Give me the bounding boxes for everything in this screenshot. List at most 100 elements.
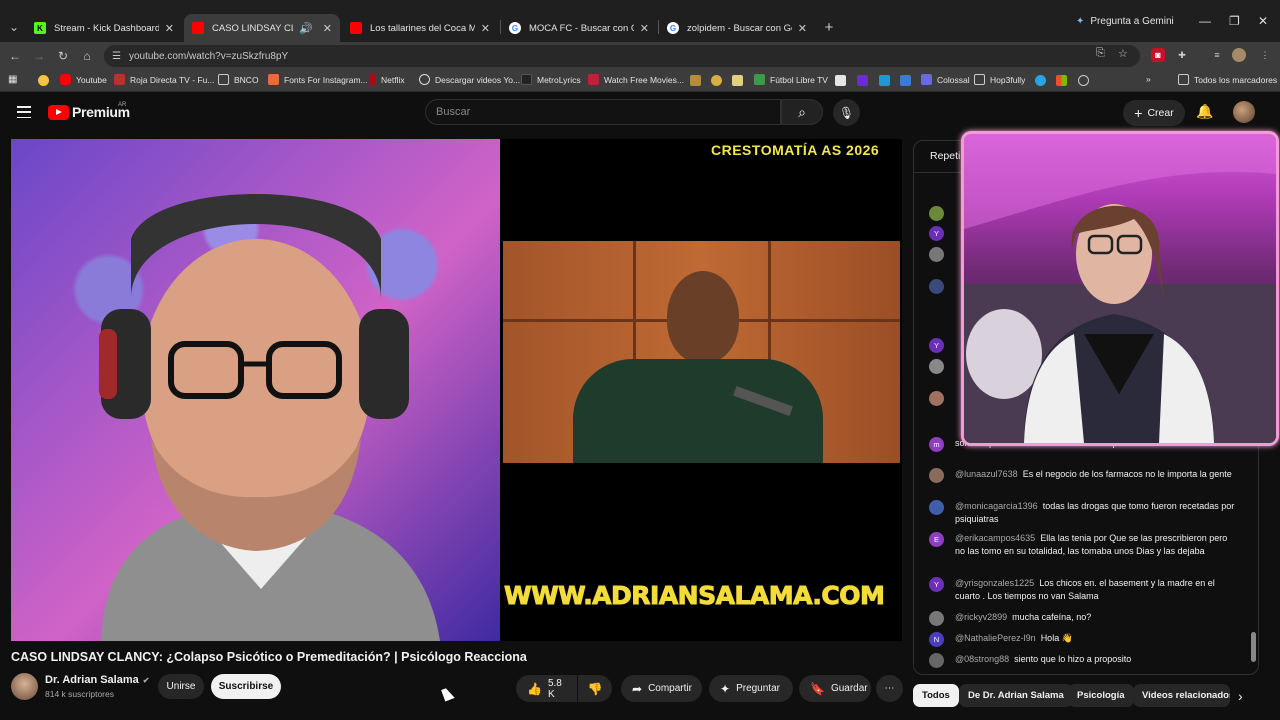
forward-icon[interactable]: → <box>30 47 48 65</box>
bookmark-extra-icon[interactable] <box>835 75 846 86</box>
chat-scrollbar[interactable] <box>1251 632 1256 662</box>
youtube-premium-logo[interactable]: Premium AR <box>48 102 130 120</box>
chip-psychology[interactable]: Psicología <box>1068 684 1134 707</box>
youtube-favicon-icon <box>350 22 362 34</box>
chat-author[interactable]: @08strong88 <box>955 654 1009 664</box>
reload-icon[interactable]: ↻ <box>54 47 72 65</box>
video-player[interactable]: CRESTOMATÍA AS 2026 WWW.ADRIANSALAMA.COM <box>11 139 902 641</box>
apps-grid-icon[interactable]: ▦ <box>8 74 17 85</box>
bookmark-futbol-libre[interactable]: Fútbol Libre TV <box>754 74 828 85</box>
speaker-icon[interactable]: 🔊 <box>299 22 313 35</box>
media-control-icon[interactable]: ≡ <box>1210 48 1224 62</box>
more-actions-button[interactable]: ⋯ <box>876 675 903 702</box>
site-info-icon[interactable]: ☰ <box>112 51 121 62</box>
bookmark-watch-free[interactable]: Watch Free Movies... <box>588 74 684 85</box>
share-button[interactable]: ➦ Compartir <box>621 675 702 702</box>
host-figure <box>99 194 440 641</box>
bookmark-extra-icon[interactable] <box>900 75 911 86</box>
like-button[interactable]: 👍 5.8 K <box>516 675 577 702</box>
url-text: youtube.com/watch?v=zuSkzfru8pY <box>128 50 289 62</box>
chat-author[interactable]: @yrisgonzales1225 <box>955 578 1034 588</box>
kick-favicon-icon: K <box>34 22 46 34</box>
tab-moca-fc[interactable]: G MOCA FC - Buscar con Google ✕ <box>501 14 657 42</box>
channel-avatar[interactable] <box>11 673 38 700</box>
globe-icon[interactable] <box>1078 75 1089 86</box>
back-icon[interactable]: ← <box>6 47 24 65</box>
bookmark-extra-icon[interactable] <box>711 75 722 86</box>
extensions-puzzle-icon[interactable]: ✚ <box>1175 48 1189 62</box>
ask-button[interactable]: ✦ Preguntar <box>709 675 793 702</box>
bookmark-extra-icon[interactable] <box>879 75 890 86</box>
tab-tallarines[interactable]: Los tallarines del Coca Mendoz ✕ <box>342 14 498 42</box>
yahoo-icon[interactable] <box>857 75 868 86</box>
bookmark-extra-icon[interactable] <box>732 75 743 86</box>
country-code: AR <box>118 102 127 108</box>
bookmark-bnco[interactable]: BNCO <box>218 74 259 85</box>
more-bookmarks-icon[interactable]: » <box>1146 74 1151 84</box>
all-bookmarks-folder[interactable]: Todos los marcadores <box>1178 74 1277 85</box>
bookmark-extra-icon[interactable] <box>1035 75 1046 86</box>
bookmark-descargar[interactable]: Descargar videos Yo... <box>419 74 520 85</box>
install-app-icon[interactable]: ⎘ <box>1096 47 1105 60</box>
join-button[interactable]: Unirse <box>158 674 204 699</box>
search-button[interactable]: ⌕ <box>781 99 823 125</box>
extension-red-icon[interactable]: ◙ <box>1151 48 1165 62</box>
tab-zolpidem[interactable]: G zolpidem - Buscar con Google ✕ <box>659 14 815 42</box>
tab-kick-dashboard[interactable]: K Stream - Kick Dashboard ✕ <box>26 14 182 42</box>
chat-message-text: siento que lo hizo a proposito <box>1014 654 1132 664</box>
close-tab-icon[interactable]: ✕ <box>481 22 490 35</box>
video-overlay-website: WWW.ADRIANSALAMA.COM <box>503 581 885 611</box>
bookmark-star-icon[interactable]: ☆ <box>1118 47 1128 60</box>
chips-next-icon[interactable]: › <box>1238 688 1243 704</box>
chip-related-videos[interactable]: Videos relacionados <box>1133 684 1230 707</box>
close-tab-icon[interactable]: ✕ <box>798 22 807 35</box>
close-tab-icon[interactable]: ✕ <box>640 22 649 35</box>
search-input[interactable]: Buscar <box>425 99 781 125</box>
more-icon: ⋯ <box>884 683 895 694</box>
chip-from-channel[interactable]: De Dr. Adrian Salama <box>959 684 1073 707</box>
voice-search-button[interactable]: 🎙 <box>833 99 860 126</box>
home-icon[interactable]: ⌂ <box>78 47 96 65</box>
gemini-button[interactable]: ✦ Pregunta a Gemini <box>1076 16 1174 27</box>
chat-author[interactable]: @monicagarcia1396 <box>955 501 1038 511</box>
bookmark-label: MetroLyrics <box>537 74 581 85</box>
like-count: 5.8 K <box>547 677 562 700</box>
emoji-bookmark-icon[interactable] <box>38 75 49 86</box>
notifications-bell-icon[interactable]: 🔔 <box>1196 103 1213 120</box>
bookmark-colossal[interactable]: Colossal <box>921 74 970 85</box>
tab-caso-lindsay[interactable]: CASO LINDSAY CLANCY: ¿C 🔊 ✕ <box>184 14 340 42</box>
channel-name[interactable]: Dr. Adrian Salama ✔ <box>45 674 149 686</box>
dislike-button[interactable]: 👎 <box>578 675 612 702</box>
bookmark-extra-icon[interactable] <box>690 75 701 86</box>
bookmark-youtube[interactable]: Youtube <box>60 74 107 85</box>
close-window-icon[interactable]: ✕ <box>1258 14 1268 28</box>
account-avatar[interactable] <box>1233 101 1255 123</box>
microsoft-icon[interactable] <box>1056 75 1067 86</box>
minimize-icon[interactable]: — <box>1199 14 1211 28</box>
bookmark-roja-directa[interactable]: Roja Directa TV - Fu... <box>114 74 214 85</box>
chat-author[interactable]: @erikacampos4635 <box>955 533 1035 543</box>
browser-menu-icon[interactable]: ⋮ <box>1258 48 1272 62</box>
bookmark-fonts[interactable]: Fonts For Instagram... <box>268 74 368 85</box>
tab-search-icon[interactable]: ⌄ <box>3 17 25 37</box>
restore-icon[interactable]: ❐ <box>1229 14 1240 28</box>
close-tab-icon[interactable]: ✕ <box>323 22 332 35</box>
close-tab-icon[interactable]: ✕ <box>165 22 174 35</box>
save-button[interactable]: 🔖 Guardar <box>799 675 871 702</box>
chip-all[interactable]: Todos <box>913 684 959 707</box>
bookmark-hop3fully[interactable]: Hop3fully <box>974 74 1025 85</box>
chat-author[interactable]: @rickyv2899 <box>955 612 1007 622</box>
folder-icon <box>974 74 985 85</box>
futbol-icon <box>754 74 765 85</box>
chat-author[interactable]: @lunaazul7638 <box>955 469 1018 479</box>
profile-avatar-icon[interactable] <box>1232 48 1246 62</box>
create-button[interactable]: + Crear <box>1123 100 1185 126</box>
menu-icon[interactable] <box>17 106 31 118</box>
chat-author[interactable]: @NathaliePerez-l9n <box>955 633 1036 643</box>
bookmark-netflix[interactable]: Netflix <box>370 74 405 85</box>
subscribe-button[interactable]: Suscribirse <box>211 674 281 699</box>
webcam-host-frame <box>11 139 500 641</box>
address-bar[interactable]: ☰ youtube.com/watch?v=zuSkzfru8pY <box>104 45 1140 67</box>
bookmark-metrolyrics[interactable]: MetroLyrics <box>521 74 581 85</box>
new-tab-button[interactable]: + <box>818 17 840 37</box>
